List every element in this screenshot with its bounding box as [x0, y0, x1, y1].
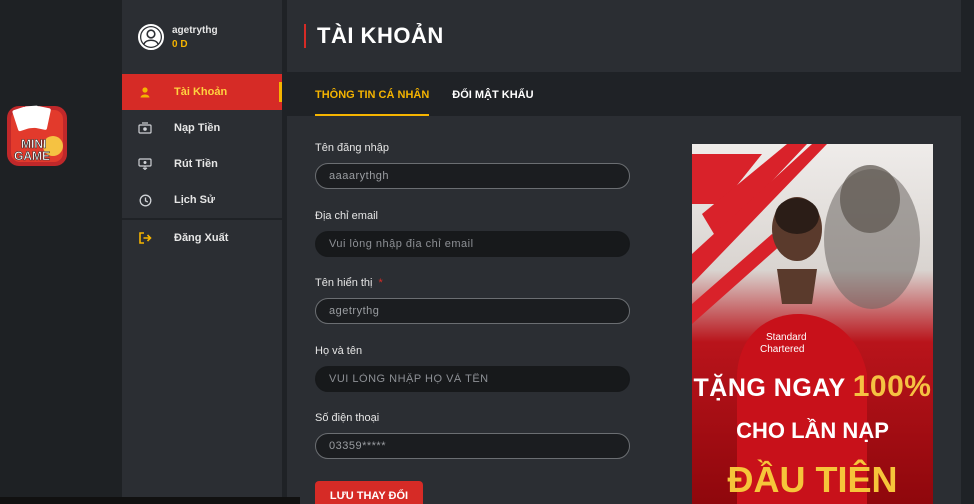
minigame-logo[interactable]: MINI GAME — [5, 104, 69, 168]
sidebar-item-withdraw[interactable]: Rút Tiền — [122, 146, 282, 182]
sidebar-item-label: Rút Tiền — [174, 158, 218, 170]
full-name-field[interactable] — [315, 366, 630, 392]
user-icon — [138, 85, 152, 99]
username: agetrythg — [172, 24, 218, 36]
promo-highlight: 100% — [852, 370, 932, 403]
page-title: TÀI KHOẢN — [317, 23, 444, 48]
user-profile[interactable]: agetrythg 0 D — [138, 24, 218, 50]
sidebar-item-label: Nạp Tiền — [174, 122, 221, 134]
username-field-group: Tên đăng nhập — [315, 142, 635, 189]
sidebar-item-history[interactable]: Lịch Sử — [122, 182, 282, 218]
sidebar-item-logout[interactable]: Đăng Xuất — [122, 220, 282, 256]
title-accent-bar — [304, 24, 306, 48]
sidebar-item-label: Đăng Xuất — [174, 232, 229, 244]
tab-personal-info[interactable]: THÔNG TIN CÁ NHÂN — [315, 89, 430, 116]
email-label: Địa chỉ email — [315, 210, 378, 222]
promo-line-2: CHO LẦN NẠP — [736, 418, 889, 443]
username-label: Tên đăng nhập — [315, 142, 390, 154]
tab-change-password[interactable]: ĐỔI MẬT KHẨU — [452, 89, 533, 116]
sidebar-item-label: Tài Khoản — [174, 86, 228, 98]
phone-field[interactable] — [315, 433, 630, 459]
sidebar: agetrythg 0 D Tài Khoản Nạp Tiền Rút Tiề… — [122, 0, 282, 504]
promo-line-1-prefix: TẶNG NGAY — [693, 374, 846, 402]
sidebar-menu: Tài Khoản Nạp Tiền Rút Tiền Lịch Sử Đăng… — [122, 74, 282, 256]
save-changes-button[interactable]: LƯU THAY ĐỔI — [315, 481, 423, 504]
display-name-label-text: Tên hiển thị — [315, 277, 373, 289]
deposit-icon — [138, 121, 152, 135]
logo-graphic: MINI GAME — [7, 105, 67, 166]
email-field[interactable] — [315, 231, 630, 257]
tab-bar: THÔNG TIN CÁ NHÂN ĐỔI MẬT KHẨU — [287, 72, 961, 116]
promo-line-1: TẶNG NGAY 100% — [692, 370, 933, 404]
display-name-label: Tên hiển thị * — [315, 277, 635, 289]
account-form-panel: Tên đăng nhập Địa chỉ email Tên hiển thị… — [287, 116, 961, 504]
avatar-icon — [138, 24, 164, 50]
promo-banner[interactable]: Standard Chartered TẶNG NGAY 100% CHO LẦ… — [692, 144, 933, 504]
display-name-field-group: Tên hiển thị * — [315, 277, 635, 324]
required-mark: * — [378, 277, 383, 289]
bottom-strip — [0, 497, 300, 504]
logo-text-line2: GAME — [14, 149, 50, 163]
main-panel: TÀI KHOẢN THÔNG TIN CÁ NHÂN ĐỔI MẬT KHẨU… — [287, 0, 961, 504]
sponsor-text-line2: Chartered — [760, 344, 804, 355]
user-balance: 0 D — [172, 38, 188, 50]
sidebar-item-label: Lịch Sử — [174, 194, 215, 206]
withdraw-icon — [138, 157, 152, 171]
phone-field-group: Số điện thoại — [315, 412, 635, 459]
left-rail: MINI GAME — [0, 0, 122, 504]
logout-icon — [138, 231, 152, 245]
page-header: TÀI KHOẢN — [287, 0, 961, 72]
full-name-field-group: Họ và tên — [315, 345, 635, 392]
promo-banner-art: Standard Chartered — [692, 144, 933, 504]
display-name-field[interactable] — [315, 298, 630, 324]
email-field-group: Địa chỉ email — [315, 210, 635, 257]
username-field[interactable] — [315, 163, 630, 189]
history-icon — [138, 193, 152, 207]
phone-label: Số điện thoại — [315, 412, 380, 424]
sidebar-item-account[interactable]: Tài Khoản — [122, 74, 282, 110]
sidebar-item-deposit[interactable]: Nạp Tiền — [122, 110, 282, 146]
full-name-label: Họ và tên — [315, 345, 363, 357]
sponsor-text-line1: Standard — [766, 332, 807, 343]
promo-line-3: ĐẦU TIÊN — [727, 459, 898, 500]
